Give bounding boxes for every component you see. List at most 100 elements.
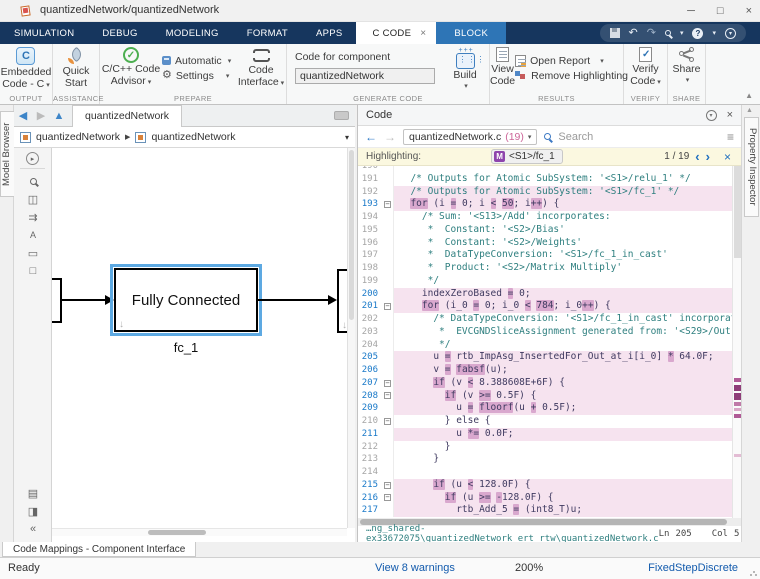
- maximize-button[interactable]: □: [717, 5, 724, 17]
- update-diagram-icon[interactable]: ◨: [14, 502, 52, 520]
- help-icon[interactable]: ?: [692, 28, 703, 39]
- tab-format[interactable]: FORMAT: [233, 22, 302, 44]
- model-tab[interactable]: quantizedNetwork: [72, 105, 182, 127]
- model-browser-tab[interactable]: Model Browser: [0, 111, 14, 197]
- fold-toggle-icon[interactable]: −: [382, 198, 393, 211]
- code-search-icon: [544, 133, 551, 140]
- upstream-block-partial[interactable]: [52, 278, 62, 323]
- fully-connected-block[interactable]: Fully Connected ↓: [114, 268, 258, 332]
- tab-debug[interactable]: DEBUG: [88, 22, 151, 44]
- close-button[interactable]: ×: [746, 5, 752, 17]
- simulink-model-icon: [20, 4, 33, 17]
- zoom-tool-icon[interactable]: [14, 172, 52, 190]
- model-canvas[interactable]: Fully Connected ↓ fc_1 ↓: [52, 148, 355, 542]
- tab-overflow-badge[interactable]: [334, 111, 349, 120]
- solver-name[interactable]: FixedStepDiscrete: [648, 562, 738, 574]
- area-icon[interactable]: ▭: [14, 244, 52, 262]
- screenshot-icon[interactable]: ▤: [14, 484, 52, 502]
- panel-menu-icon[interactable]: ▾: [706, 110, 717, 121]
- breadcrumb-item-current[interactable]: quantizedNetwork: [151, 131, 235, 143]
- line-number-gutter: 206: [358, 364, 382, 377]
- close-c-code-tab-icon[interactable]: ×: [420, 28, 426, 39]
- share-button[interactable]: Share ▾: [672, 44, 700, 96]
- save-icon[interactable]: [610, 28, 620, 38]
- code-vertical-scrollbar[interactable]: [732, 166, 741, 518]
- fold-toggle-icon[interactable]: −: [382, 479, 393, 492]
- tab-c-code[interactable]: C CODE ×: [356, 22, 436, 44]
- tab-modeling[interactable]: MODELING: [152, 22, 233, 44]
- dropdown-arrow-icon: ▾: [226, 72, 230, 80]
- minimize-ribbon-icon[interactable]: ▲: [745, 91, 753, 100]
- tab-simulation[interactable]: SIMULATION: [0, 22, 88, 44]
- verify-code-button[interactable]: Verify Code▾: [630, 44, 661, 96]
- fold-toggle-icon[interactable]: −: [382, 492, 393, 505]
- fold-toggle-icon[interactable]: −: [382, 300, 393, 313]
- file-selector[interactable]: quantizedNetwork.c (19) ▾: [403, 129, 537, 145]
- build-button[interactable]: Build ▾: [442, 44, 488, 96]
- code-menu-icon[interactable]: ≡: [727, 130, 734, 144]
- clear-highlighting-icon[interactable]: ×: [724, 150, 731, 164]
- code-forward-icon[interactable]: →: [384, 130, 396, 144]
- column-label: Col: [712, 529, 728, 539]
- minimize-button[interactable]: ─: [687, 5, 695, 17]
- profile-icon[interactable]: ▾: [725, 28, 736, 39]
- search-dropdown-icon[interactable]: ▾: [680, 29, 684, 37]
- collapse-strip-icon[interactable]: ▲: [746, 107, 753, 114]
- line-number-gutter: 201: [358, 300, 382, 313]
- fit-to-view-icon[interactable]: ◫: [14, 190, 52, 208]
- breadcrumb-dropdown-icon[interactable]: ▾: [345, 133, 349, 142]
- canvas-tool-palette: ▸ ◫ ⇉ A ▭ □ ▤ ◨ «: [14, 148, 52, 542]
- code-advisor-button[interactable]: ✓ C/C++ Code Advisor▾: [100, 44, 162, 96]
- code-editor[interactable]: 190191 /* Outputs for Atomic SubSystem: …: [358, 166, 741, 518]
- search-icon[interactable]: [665, 30, 671, 36]
- code-search-input[interactable]: [558, 131, 688, 143]
- warnings-link[interactable]: View 8 warnings: [375, 562, 455, 574]
- signal-routing-icon[interactable]: ⇉: [14, 208, 52, 226]
- tab-apps[interactable]: APPS: [302, 22, 357, 44]
- remove-highlighting-button[interactable]: Remove Highlighting: [515, 68, 628, 83]
- previous-match-icon[interactable]: ‹: [695, 152, 699, 162]
- navigate-forward-icon[interactable]: ▶: [32, 109, 50, 122]
- undo-icon[interactable]: ↶: [629, 28, 638, 38]
- highlight-badge[interactable]: M <S1>/fc_1: [491, 149, 563, 164]
- build-icon: [456, 53, 475, 69]
- component-field[interactable]: [295, 68, 435, 84]
- file-dropdown-icon: ▾: [528, 133, 532, 141]
- line-number-gutter: 205: [358, 351, 382, 364]
- automatic-button[interactable]: Automatic ▾: [162, 53, 236, 68]
- canvas-horizontal-scrollbar[interactable]: [52, 528, 347, 536]
- redo-icon[interactable]: ↷: [647, 28, 656, 38]
- signal-line[interactable]: [62, 299, 106, 301]
- open-report-button[interactable]: Open Report ▾: [515, 53, 628, 68]
- close-code-panel-icon[interactable]: ×: [727, 109, 733, 121]
- settings-button[interactable]: ⚙ Settings ▾: [162, 68, 236, 83]
- code-line: 199 */: [358, 275, 732, 288]
- navigate-up-icon[interactable]: ▲: [50, 110, 68, 122]
- block-name-label[interactable]: fc_1: [114, 340, 258, 355]
- code-interface-button[interactable]: Code Interface▾: [236, 44, 286, 96]
- property-inspector-tab[interactable]: Property Inspector: [744, 117, 759, 217]
- embedded-code-button[interactable]: C Embedded Code - C▾: [1, 44, 52, 96]
- help-dropdown-icon[interactable]: ▾: [712, 29, 716, 37]
- view-code-button[interactable]: View Code: [490, 44, 515, 96]
- canvas-vertical-scrollbar[interactable]: [347, 148, 355, 528]
- collapse-palette-icon[interactable]: «: [14, 520, 52, 538]
- annotation-icon[interactable]: A: [14, 226, 52, 244]
- next-match-icon[interactable]: ›: [706, 152, 710, 162]
- fold-toggle-icon[interactable]: −: [382, 415, 393, 428]
- code-line: 208− if (v >= 0.5F) {: [358, 390, 732, 403]
- viewmark-icon[interactable]: □: [14, 262, 52, 280]
- tab-block[interactable]: BLOCK: [436, 22, 506, 44]
- code-mappings-tab[interactable]: Code Mappings - Component Interface: [2, 542, 196, 557]
- show-explorer-icon[interactable]: ▸: [26, 152, 39, 165]
- fold-toggle-icon[interactable]: −: [382, 390, 393, 403]
- group-prepare: ✓ C/C++ Code Advisor▾ Automatic ▾ ⚙ Sett…: [100, 44, 287, 104]
- quick-start-button[interactable]: Quick Start: [63, 44, 90, 96]
- signal-line[interactable]: [258, 299, 328, 301]
- navigate-back-icon[interactable]: ◀: [14, 109, 32, 122]
- breadcrumb-item-root[interactable]: quantizedNetwork: [36, 131, 120, 143]
- resize-grip[interactable]: [750, 569, 757, 576]
- group-label-generate-code: GENERATE CODE: [287, 94, 489, 103]
- code-back-icon[interactable]: ←: [365, 130, 377, 144]
- fold-toggle-icon[interactable]: −: [382, 377, 393, 390]
